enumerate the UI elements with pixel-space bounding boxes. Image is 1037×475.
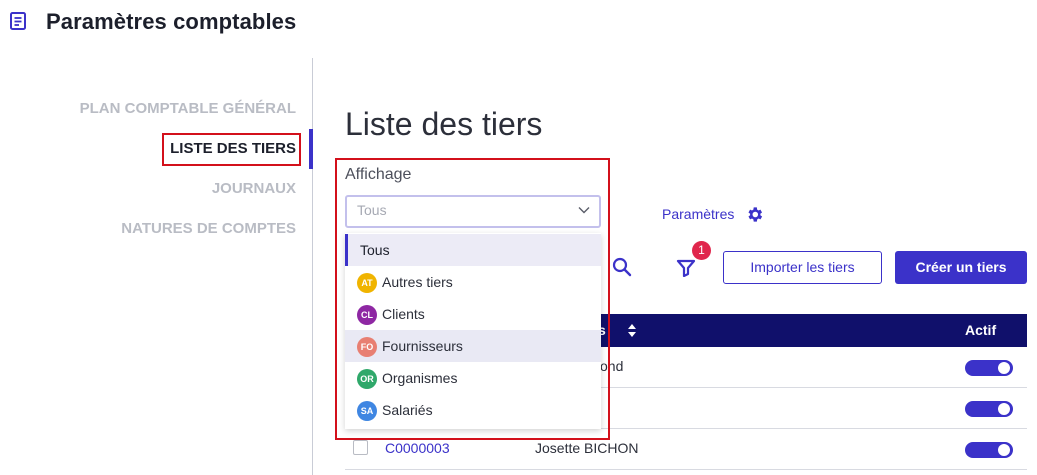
page-header-title: Paramètres comptables: [46, 9, 297, 34]
row-checkbox[interactable]: [353, 440, 368, 455]
filter-count-badge: 1: [692, 241, 711, 260]
nav-item-liste-des-tiers[interactable]: LISTE DES TIERS: [170, 140, 296, 157]
column-header-actif[interactable]: Actif: [965, 322, 996, 338]
nav-item-natures-de-comptes[interactable]: NATURES DE COMPTES: [121, 220, 296, 237]
nav-active-indicator: [309, 129, 313, 169]
tiers-code-link[interactable]: C0000003: [385, 440, 450, 456]
document-list-icon: [10, 12, 26, 30]
actif-toggle[interactable]: [965, 442, 1013, 458]
import-tiers-button[interactable]: Importer les tiers: [723, 251, 882, 284]
create-tiers-button[interactable]: Créer un tiers: [895, 251, 1027, 284]
sort-icon[interactable]: [627, 323, 637, 338]
page-title: Liste des tiers: [345, 106, 543, 142]
toggle-knob: [998, 444, 1010, 456]
table-cell-name: Josette BICHON: [535, 440, 639, 456]
filter-icon[interactable]: [676, 259, 696, 277]
toggle-knob: [998, 362, 1010, 374]
affichage-highlight-box: [335, 158, 610, 440]
parametres-link[interactable]: Paramètres: [662, 206, 734, 222]
nav-divider: [312, 58, 313, 475]
actif-toggle[interactable]: [965, 401, 1013, 417]
nav-item-plan-comptable[interactable]: PLAN COMPTABLE GÉNÉRAL: [80, 100, 296, 117]
actif-toggle[interactable]: [965, 360, 1013, 376]
search-icon[interactable]: [612, 257, 632, 277]
nav-item-journaux[interactable]: JOURNAUX: [212, 180, 296, 197]
gear-icon[interactable]: [745, 205, 764, 224]
toggle-knob: [998, 403, 1010, 415]
row-divider: [345, 469, 1027, 470]
